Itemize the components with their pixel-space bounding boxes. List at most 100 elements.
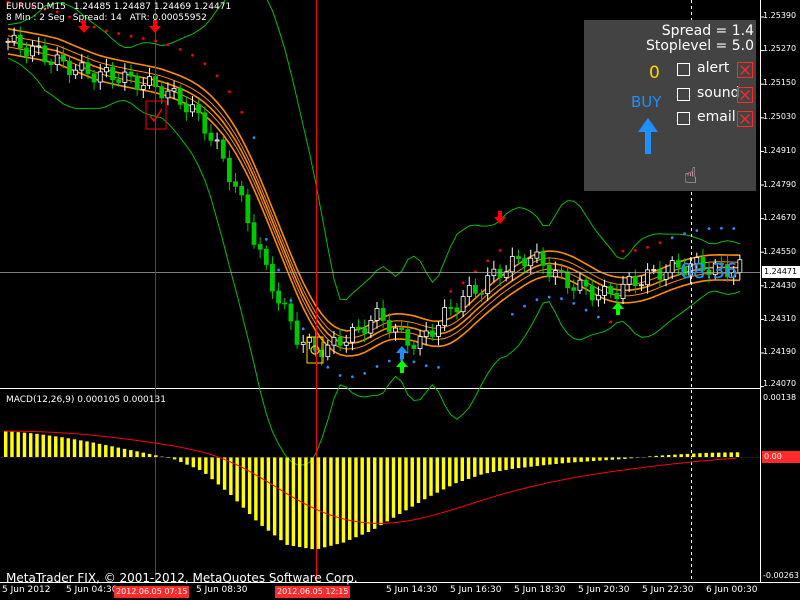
email-close-icon[interactable] <box>737 111 753 127</box>
bull-candle <box>368 320 374 334</box>
macd-histogram-bar <box>322 457 327 548</box>
macd-histogram-bar <box>454 457 458 484</box>
bull-candle <box>651 269 657 271</box>
macd-histogram-bar <box>272 457 277 536</box>
macd-histogram-bar <box>41 434 45 457</box>
sar-sell-dot <box>178 47 182 51</box>
macd-histogram-bar <box>235 457 239 502</box>
bull-candle <box>620 283 626 299</box>
sar-sell-dot <box>228 90 231 94</box>
sound-option[interactable]: sound <box>677 85 755 103</box>
time-tick: 5 Jun 20:30 <box>578 585 630 595</box>
bear-candle <box>405 329 411 346</box>
sar-buy-dot <box>572 301 576 305</box>
bear-candle <box>17 34 23 49</box>
macd-histogram-bar <box>416 457 421 503</box>
current-price-label: 1.24471 <box>762 266 800 278</box>
macd-histogram-bar <box>266 457 271 531</box>
price-tick: 1.24070 <box>763 379 797 388</box>
macd-histogram-bar <box>660 455 665 457</box>
sar-buy-dot <box>597 315 600 319</box>
bear-candle <box>429 330 435 337</box>
alert-checkbox[interactable] <box>677 63 690 76</box>
sar-sell-dot <box>486 259 490 263</box>
panel-stoplevel: Stoplevel = 5.0 <box>645 38 754 54</box>
macd-histogram-bar <box>35 433 39 457</box>
bear-candle <box>220 139 226 159</box>
bear-candle <box>294 320 300 345</box>
sar-buy-dot <box>363 371 367 375</box>
bull-candle <box>602 286 607 296</box>
alert-close-icon[interactable] <box>737 62 753 78</box>
email-option[interactable]: email <box>677 109 755 127</box>
sound-checkbox[interactable] <box>677 88 690 101</box>
sar-buy-dot <box>277 268 280 272</box>
bear-candle <box>614 293 620 299</box>
macd-histogram-bar <box>698 453 702 457</box>
macd-histogram-bar <box>110 446 114 457</box>
email-checkbox[interactable] <box>677 112 690 125</box>
bear-candle <box>85 62 91 75</box>
sar-sell-dot <box>449 290 453 293</box>
macd-histogram-bar <box>4 431 8 457</box>
crosshair-time-label: 2012.06.05 07:15 <box>114 586 190 598</box>
macd-histogram-bar <box>316 457 321 549</box>
bull-candle <box>104 67 109 73</box>
email-label: email <box>697 109 736 125</box>
sar-sell-dot <box>240 110 244 114</box>
bull-candle <box>30 45 36 57</box>
macd-histogram-bar <box>735 452 740 457</box>
bull-candle <box>596 294 601 301</box>
bull-candle <box>669 260 675 273</box>
bear-candle <box>24 47 29 57</box>
bull-candle <box>306 337 312 343</box>
bear-candle <box>270 264 275 292</box>
sar-sell-dot <box>609 320 613 324</box>
macd-histogram-bar <box>491 457 496 473</box>
bear-candle <box>263 248 269 265</box>
price-tick: 1.24910 <box>763 146 797 155</box>
macd-histogram-bar <box>116 447 121 457</box>
sound-close-icon[interactable] <box>737 87 753 103</box>
price-tick: 1.24550 <box>763 247 797 256</box>
macd-histogram-bar <box>541 457 546 466</box>
macd-histogram-bar <box>510 457 515 469</box>
bull-candle <box>442 307 448 326</box>
bull-candle <box>509 256 515 273</box>
macd-histogram-bar <box>673 454 677 457</box>
macd-histogram-bar <box>354 457 358 538</box>
bear-candle <box>282 302 288 305</box>
signal-direction: BUY <box>631 93 662 111</box>
sar-buy-dot <box>584 308 588 312</box>
sound-label: sound <box>697 85 740 101</box>
bar-countdown: 08:36 <box>680 259 738 283</box>
sar-buy-dot <box>720 226 723 230</box>
macd-histogram-bar <box>504 457 508 470</box>
buy-arrow-icon <box>638 118 658 154</box>
sar-buy-dot <box>535 298 539 302</box>
macd-axis-bottom: -0.00263 <box>763 571 799 580</box>
macd-histogram-bar <box>479 457 483 475</box>
bear-candle <box>134 75 140 90</box>
macd-histogram-bar <box>385 457 389 522</box>
ohlc-prices: 1.24485 1.24487 1.24469 1.24471 <box>73 2 232 12</box>
price-tick: 1.25270 <box>763 44 797 53</box>
bear-candle <box>239 185 245 196</box>
alert-option[interactable]: alert <box>677 60 755 78</box>
macd-axis-top: 0.00138 <box>763 393 797 402</box>
bull-candle <box>534 251 540 259</box>
sar-buy-dot <box>707 227 711 231</box>
sar-buy-dot <box>732 227 736 230</box>
sar-sell-dot <box>141 37 145 40</box>
bear-candle <box>276 290 282 304</box>
bull-candle <box>393 327 398 333</box>
macd-histogram-bar <box>366 457 371 532</box>
bear-candle <box>110 67 115 81</box>
bear-candle <box>202 112 208 134</box>
macd-histogram-bar <box>679 454 683 457</box>
sar-sell-dot <box>191 53 194 57</box>
bear-candle <box>657 269 663 280</box>
sar-buy-dot <box>289 299 293 302</box>
macd-histogram-bar <box>654 455 658 457</box>
price-tick: 1.24430 <box>763 281 797 290</box>
